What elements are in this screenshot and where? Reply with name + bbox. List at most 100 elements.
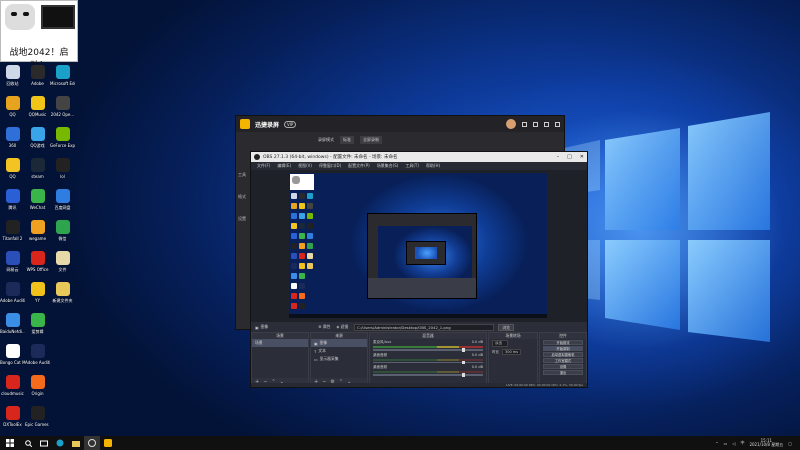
menu-item[interactable]: 停靠窗口(D) — [319, 163, 341, 169]
preview-edge-icon — [307, 193, 313, 199]
vip-badge[interactable]: VIP — [284, 120, 297, 128]
preview-nested-window — [367, 213, 477, 299]
volume-slider[interactable] — [373, 348, 483, 351]
capture-app-icon[interactable] — [100, 436, 116, 450]
fullscreen-record-button[interactable]: 全屏录制 — [360, 136, 382, 144]
desktop-icon[interactable]: steam — [25, 155, 50, 186]
scene-item[interactable]: 场景 — [252, 339, 308, 347]
minimize-icon[interactable]: – — [557, 154, 560, 160]
desktop-icon[interactable]: WPS Office — [25, 248, 50, 279]
desktop-icon[interactable]: QQMusic — [25, 93, 50, 124]
desktop-icon[interactable]: 爱剪辑 — [25, 310, 50, 341]
desktop-icon[interactable]: Microsoft Edge — [50, 62, 75, 93]
start-button[interactable] — [0, 436, 20, 450]
settings-button[interactable]: 设置 — [543, 364, 583, 369]
desktop-icon[interactable]: Origin — [25, 372, 50, 403]
desktop-icon-label: GeForce Experience — [50, 143, 75, 148]
duration-input[interactable]: 300 ms — [502, 349, 522, 355]
filter-icon: ◈ — [336, 324, 340, 329]
volume-slider[interactable] — [373, 373, 483, 376]
screen-recorder-titlebar[interactable]: 迅捷录屏 VIP — [236, 116, 564, 132]
desktop-icon[interactable]: lol — [50, 155, 75, 186]
desktop-icon[interactable]: Epic Games Launcher — [25, 403, 50, 434]
clock[interactable]: 15:11 2021/10/8 星期五 — [749, 438, 783, 448]
desktop-icon[interactable]: wegame — [25, 217, 50, 248]
desktop-icon[interactable]: 文件 — [50, 248, 75, 279]
qqgame-icon — [30, 127, 45, 141]
search-icon[interactable] — [20, 436, 36, 450]
obs-window[interactable]: OBS 27.1.3 (64-bit, windows) - 配置文件: 未命名… — [250, 151, 588, 388]
network-icon[interactable]: ▭ — [724, 441, 728, 446]
start-recording-button[interactable]: 开始录制 — [543, 346, 583, 351]
obs-preview-canvas[interactable] — [289, 173, 547, 318]
menu-item[interactable]: 帮助(H) — [426, 163, 440, 169]
menu-item[interactable]: 编辑(E) — [277, 163, 291, 169]
desktop-icon[interactable]: 网易云 — [0, 248, 25, 279]
preview-audition-icon — [299, 283, 305, 289]
menu-item[interactable]: 视图(V) — [298, 163, 312, 169]
desktop-icon[interactable]: QQ — [0, 93, 25, 124]
start-streaming-button[interactable]: 开始推流 — [543, 340, 583, 345]
desktop-icon[interactable]: YY — [25, 279, 50, 310]
desktop-icon[interactable]: 新建文件夹 — [50, 279, 75, 310]
avatar[interactable] — [506, 119, 516, 129]
preview-file-icon — [307, 253, 313, 259]
menu-item[interactable]: 配置文件(P) — [348, 163, 370, 169]
desktop-icon[interactable]: 微信 — [50, 217, 75, 248]
desktop-icon[interactable]: QQ — [0, 155, 25, 186]
volume-slider[interactable] — [373, 360, 483, 364]
obs-titlebar[interactable]: OBS 27.1.3 (64-bit, windows) - 配置文件: 未命名… — [251, 152, 587, 162]
desktop-icon[interactable]: Adobe — [25, 62, 50, 93]
ime-icon[interactable]: 中 — [740, 440, 744, 446]
properties-button[interactable]: ⚙ 属性 — [318, 324, 330, 330]
desktop-icon[interactable]: GeForce Experience — [50, 124, 75, 155]
desktop-icon[interactable]: 回收站 — [0, 62, 25, 93]
menu-icon[interactable] — [533, 121, 538, 127]
maximize-icon[interactable]: □ — [567, 154, 572, 160]
source-item[interactable]: ▭ 显示器采集 — [311, 355, 367, 363]
desktop-icon[interactable]: QQ游戏 — [25, 124, 50, 155]
chevron-up-icon[interactable]: ⌃ — [715, 441, 718, 446]
virtual-camera-button[interactable]: 启动虚拟摄像机 — [543, 352, 583, 357]
minimize-icon[interactable] — [544, 121, 549, 127]
preview-desktop-icons — [290, 173, 314, 318]
desktop-icon[interactable]: Bongo Cat Mver — [0, 341, 25, 372]
desktop-icon[interactable]: cloudmusic — [0, 372, 25, 403]
obs-icon[interactable] — [84, 436, 100, 450]
edge-icon[interactable] — [52, 436, 68, 450]
desktop-icon[interactable]: 百度网盘 — [50, 186, 75, 217]
browse-button[interactable]: 浏览 — [498, 323, 515, 331]
close-icon[interactable] — [555, 121, 560, 127]
notification-icon[interactable]: ▢ — [788, 441, 792, 446]
task-view-icon[interactable] — [36, 436, 52, 450]
desktop-icon[interactable]: 360 — [0, 124, 25, 155]
source-item[interactable]: ▣ 图像 — [311, 339, 367, 347]
origin-icon — [30, 375, 45, 389]
desktop-icon[interactable]: WeChat — [25, 186, 50, 217]
desktop-icon-label: YY — [35, 298, 40, 303]
properties-label: 属性 — [322, 324, 331, 329]
filters-button[interactable]: ◈ 滤镜 — [336, 324, 348, 330]
settings-icon[interactable] — [522, 121, 527, 127]
desktop-icon[interactable]: 腾讯 — [0, 186, 25, 217]
desktop-icon-label: Titanfall 2 — [2, 236, 23, 241]
desktop-icon[interactable]: Adobe Audition — [0, 279, 25, 310]
menu-item[interactable]: 文件(F) — [257, 163, 270, 169]
source-item[interactable]: T 文本 — [311, 347, 367, 355]
menu-item[interactable]: 场景集合(S) — [377, 163, 399, 169]
desktop-icon[interactable]: DXToolEx — [0, 403, 25, 434]
desktop-icon[interactable]: Titanfall 2 — [0, 217, 25, 248]
studio-mode-button[interactable]: 工作室模式 — [543, 358, 583, 363]
battlefield-icon — [55, 96, 70, 110]
image-path-field[interactable]: C:/Users/Administrator/Desktop/OBS_2042_… — [354, 323, 495, 331]
transition-type-select[interactable]: 淡出 — [492, 340, 508, 347]
mode-standard-button[interactable]: 标准 — [340, 136, 354, 144]
exit-button[interactable]: 退出 — [543, 370, 583, 375]
desktop-icon[interactable]: BaiduNetdi... — [0, 310, 25, 341]
desktop-icon[interactable]: 2042 Ope... — [50, 93, 75, 124]
volume-icon[interactable]: ◁ — [732, 441, 735, 446]
close-icon[interactable]: ✕ — [580, 154, 584, 160]
explorer-icon[interactable] — [68, 436, 84, 450]
desktop-icon[interactable]: Adobe Audition — [25, 341, 50, 372]
menu-item[interactable]: 工具(T) — [405, 163, 419, 169]
